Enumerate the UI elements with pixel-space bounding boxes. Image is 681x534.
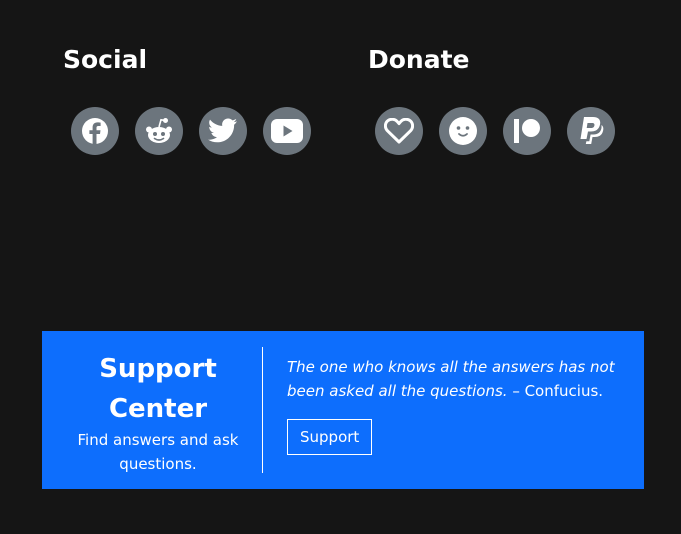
patreon-icon <box>513 118 541 144</box>
support-title: Support Center <box>99 354 217 424</box>
support-button[interactable]: Support <box>287 419 373 455</box>
reddit-icon <box>144 117 174 145</box>
support-subtitle: Find answers and ask questions. <box>77 431 239 473</box>
heart-link[interactable] <box>375 107 423 155</box>
donate-heading: Donate <box>368 45 470 74</box>
facebook-icon <box>81 117 109 145</box>
heart-icon <box>384 118 414 144</box>
patreon-link[interactable] <box>503 107 551 155</box>
support-quote: The one who knows all the answers has no… <box>287 355 617 403</box>
facebook-link[interactable] <box>71 107 119 155</box>
page: Social Donate Support Center Find answer… <box>0 0 681 534</box>
twitter-link[interactable] <box>199 107 247 155</box>
youtube-icon <box>271 119 303 143</box>
social-heading: Social <box>63 45 148 74</box>
smile-icon <box>448 116 478 146</box>
support-intro: Support Center Find answers and ask ques… <box>42 331 262 489</box>
quote-attribution: – Confucius. <box>507 382 604 400</box>
smile-link[interactable] <box>439 107 487 155</box>
paypal-link[interactable] <box>567 107 615 155</box>
paypal-icon <box>578 116 604 146</box>
reddit-link[interactable] <box>135 107 183 155</box>
vertical-divider <box>262 347 263 473</box>
youtube-link[interactable] <box>263 107 311 155</box>
support-card: Support Center Find answers and ask ques… <box>42 331 644 489</box>
social-links <box>71 107 311 155</box>
donate-links <box>375 107 615 155</box>
twitter-icon <box>208 118 238 144</box>
